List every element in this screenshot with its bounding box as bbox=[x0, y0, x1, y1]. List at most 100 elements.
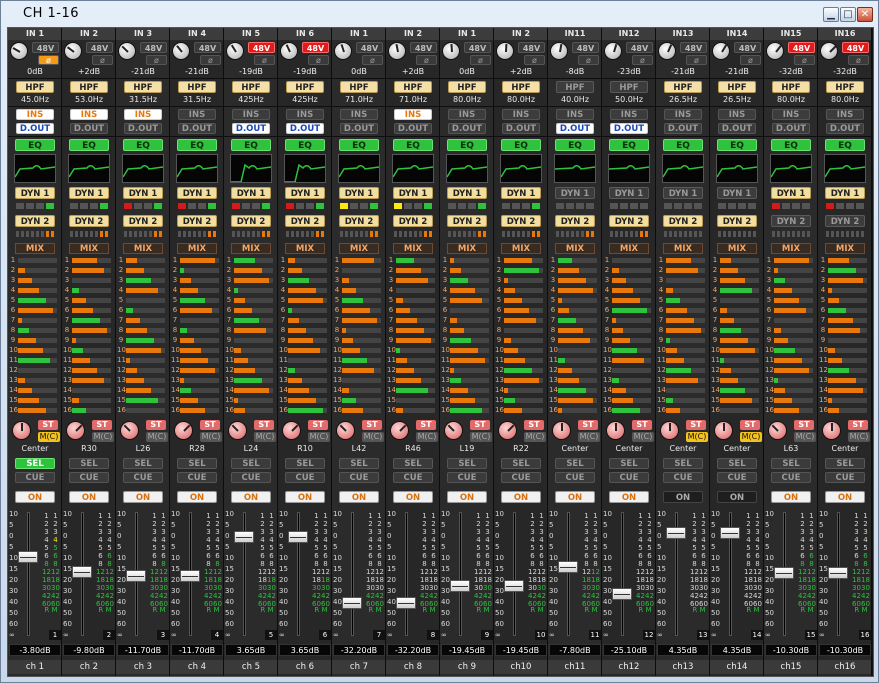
eq-curve-graph[interactable] bbox=[446, 154, 488, 183]
fader-knob[interactable] bbox=[828, 566, 848, 579]
select-button[interactable]: SEL bbox=[69, 458, 109, 469]
cue-button[interactable]: CUE bbox=[717, 472, 757, 483]
mix-bus-send[interactable]: 5 bbox=[711, 296, 763, 305]
input-patch-label[interactable]: IN13 bbox=[656, 28, 709, 40]
direct-out-button[interactable]: D.OUT bbox=[232, 123, 270, 134]
mix-bus-send[interactable]: 11 bbox=[333, 356, 385, 365]
fader-knob[interactable] bbox=[720, 526, 740, 539]
dyn2-button[interactable]: DYN 2 bbox=[663, 215, 703, 227]
stereo-assign-button[interactable]: ST bbox=[308, 420, 328, 430]
dyn1-button[interactable]: DYN 1 bbox=[393, 187, 433, 199]
channel-name[interactable]: ch13 bbox=[656, 660, 709, 674]
hpf-button[interactable]: HPF bbox=[556, 81, 594, 93]
mix-bus-send[interactable]: 5 bbox=[657, 296, 709, 305]
eq-button[interactable]: EQ bbox=[501, 139, 541, 151]
channel-name[interactable]: ch 5 bbox=[224, 660, 277, 674]
channel-on-button[interactable]: ON bbox=[717, 491, 757, 503]
hpf-button[interactable]: HPF bbox=[340, 81, 378, 93]
fader-knob[interactable] bbox=[396, 597, 416, 610]
phase-invert-icon[interactable]: ø bbox=[686, 55, 707, 65]
input-patch-label[interactable]: IN 3 bbox=[116, 28, 169, 40]
mix-bus-send[interactable]: 3 bbox=[765, 276, 817, 285]
mix-bus-send[interactable]: 13 bbox=[711, 376, 763, 385]
dyn2-button[interactable]: DYN 2 bbox=[231, 215, 271, 227]
mix-bus-send[interactable]: 1 bbox=[441, 256, 493, 265]
maximize-icon[interactable]: □ bbox=[840, 7, 856, 22]
phantom-48v-button[interactable]: 48V bbox=[410, 42, 437, 53]
mix-bus-send[interactable]: 9 bbox=[603, 336, 655, 345]
mix-bus-send[interactable]: 12 bbox=[387, 366, 439, 375]
mix-bus-send[interactable]: 16 bbox=[819, 406, 871, 415]
eq-curve-graph[interactable] bbox=[14, 154, 56, 183]
mix-bus-send[interactable]: 10 bbox=[657, 346, 709, 355]
mix-bus-send[interactable]: 1 bbox=[549, 256, 601, 265]
gain-knob[interactable] bbox=[10, 42, 28, 60]
mix-bus-send[interactable]: 16 bbox=[495, 406, 547, 415]
mix-bus-send[interactable]: 6 bbox=[657, 306, 709, 315]
insert-button[interactable]: INS bbox=[718, 109, 756, 120]
mix-bus-send[interactable]: 14 bbox=[441, 386, 493, 395]
pan-knob[interactable] bbox=[822, 421, 841, 440]
mix-bus-send[interactable]: 12 bbox=[495, 366, 547, 375]
input-patch-label[interactable]: IN14 bbox=[710, 28, 763, 40]
mix-bus-send[interactable]: 14 bbox=[225, 386, 277, 395]
mix-bus-send[interactable]: 5 bbox=[333, 296, 385, 305]
mix-bus-send[interactable]: 12 bbox=[63, 366, 115, 375]
channel-name[interactable]: ch11 bbox=[548, 660, 601, 674]
mix-bus-send[interactable]: 10 bbox=[117, 346, 169, 355]
mono-center-button[interactable]: M(C) bbox=[686, 432, 708, 442]
pan-knob[interactable] bbox=[120, 421, 139, 440]
dyn1-button[interactable]: DYN 1 bbox=[231, 187, 271, 199]
input-patch-label[interactable]: IN 2 bbox=[62, 28, 115, 40]
mix-bus-send[interactable]: 11 bbox=[549, 356, 601, 365]
mix-bus-send[interactable]: 8 bbox=[333, 326, 385, 335]
direct-out-button[interactable]: D.OUT bbox=[610, 123, 648, 134]
direct-out-button[interactable]: D.OUT bbox=[340, 123, 378, 134]
mix-bus-send[interactable]: 14 bbox=[657, 386, 709, 395]
mix-bus-send[interactable]: 7 bbox=[387, 316, 439, 325]
mix-bus-send[interactable]: 14 bbox=[387, 386, 439, 395]
phantom-48v-button[interactable]: 48V bbox=[302, 42, 329, 53]
select-button[interactable]: SEL bbox=[231, 458, 271, 469]
eq-curve-graph[interactable] bbox=[824, 154, 866, 183]
pan-knob[interactable] bbox=[228, 421, 247, 440]
dyn2-button[interactable]: DYN 2 bbox=[555, 215, 595, 227]
dyn2-button[interactable]: DYN 2 bbox=[285, 215, 325, 227]
insert-button[interactable]: INS bbox=[16, 109, 54, 120]
mix-bus-send[interactable]: 11 bbox=[441, 356, 493, 365]
cue-button[interactable]: CUE bbox=[663, 472, 703, 483]
select-button[interactable]: SEL bbox=[447, 458, 487, 469]
channel-name[interactable]: ch 8 bbox=[386, 660, 439, 674]
gain-knob[interactable] bbox=[766, 42, 784, 60]
mix-bus-send[interactable]: 4 bbox=[117, 286, 169, 295]
mix-bus-send[interactable]: 8 bbox=[495, 326, 547, 335]
input-patch-label[interactable]: IN16 bbox=[818, 28, 871, 40]
minimize-icon[interactable]: ▁ bbox=[823, 7, 839, 22]
mix-bus-send[interactable]: 10 bbox=[603, 346, 655, 355]
pan-knob[interactable] bbox=[282, 421, 301, 440]
mix-bus-send[interactable]: 5 bbox=[9, 296, 61, 305]
fader-knob[interactable] bbox=[612, 588, 632, 601]
eq-curve-graph[interactable] bbox=[608, 154, 650, 183]
mix-bus-send[interactable]: 2 bbox=[225, 266, 277, 275]
dyn1-button[interactable]: DYN 1 bbox=[771, 187, 811, 199]
direct-out-button[interactable]: D.OUT bbox=[16, 123, 54, 134]
mix-bus-send[interactable]: 14 bbox=[549, 386, 601, 395]
channel-on-button[interactable]: ON bbox=[501, 491, 541, 503]
mix-bus-send[interactable]: 11 bbox=[495, 356, 547, 365]
eq-curve-graph[interactable] bbox=[392, 154, 434, 183]
mix-bus-send[interactable]: 1 bbox=[333, 256, 385, 265]
mix-bus-send[interactable]: 12 bbox=[441, 366, 493, 375]
mix-bus-send[interactable]: 13 bbox=[63, 376, 115, 385]
cue-button[interactable]: CUE bbox=[771, 472, 811, 483]
hpf-button[interactable]: HPF bbox=[772, 81, 810, 93]
mix-bus-send[interactable]: 14 bbox=[765, 386, 817, 395]
phase-invert-icon[interactable]: ø bbox=[578, 55, 599, 65]
mix-bus-send[interactable]: 5 bbox=[549, 296, 601, 305]
channel-on-button[interactable]: ON bbox=[555, 491, 595, 503]
channel-name[interactable]: ch 2 bbox=[62, 660, 115, 674]
mix-bus-send[interactable]: 3 bbox=[9, 276, 61, 285]
direct-out-button[interactable]: D.OUT bbox=[826, 123, 864, 134]
mix-bus-send[interactable]: 15 bbox=[387, 396, 439, 405]
mix-bus-send[interactable]: 10 bbox=[495, 346, 547, 355]
